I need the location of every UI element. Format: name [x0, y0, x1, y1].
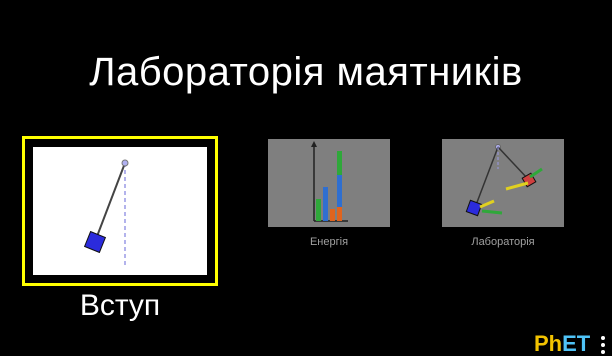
screen-button-intro[interactable]: Вступ	[22, 136, 218, 326]
screen-label-intro: Вступ	[79, 289, 161, 322]
page-title: Лабораторія маятників	[89, 50, 523, 94]
energy-bar-chart-icon	[311, 141, 348, 222]
intro-thumbnail	[31, 145, 209, 277]
lab-thumbnail	[442, 139, 564, 227]
screen-label-lab: Лабораторія	[471, 236, 535, 248]
phet-logo[interactable]: PhET	[534, 331, 590, 356]
energy-thumbnail	[268, 139, 390, 227]
pendulum-icon	[83, 159, 129, 265]
screen-label-energy: Енергія	[309, 236, 349, 248]
lab-pendulums-icon	[465, 144, 543, 217]
selection-highlight	[22, 136, 218, 286]
screen-button-lab[interactable]: Лабораторія	[442, 139, 564, 249]
vertical-dots-menu-icon[interactable]	[600, 336, 606, 356]
screen-button-energy[interactable]: Енергія	[268, 139, 390, 249]
